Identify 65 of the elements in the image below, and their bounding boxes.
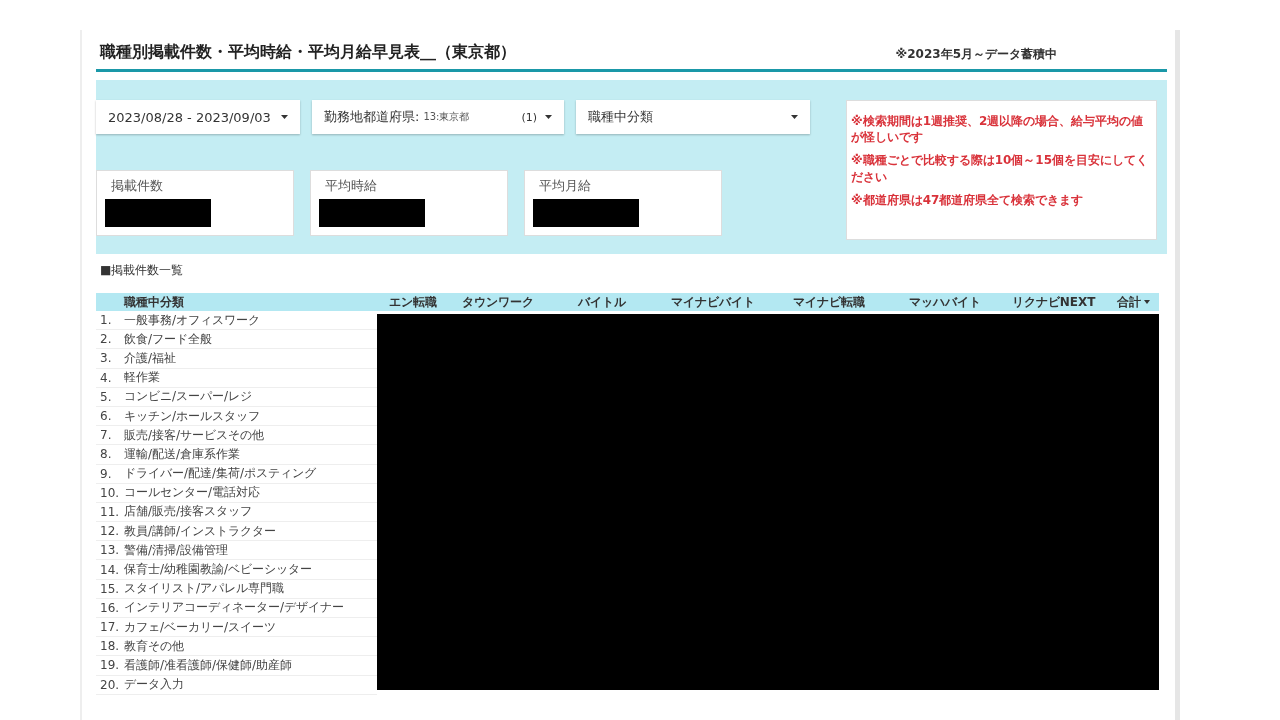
table-cell: 警備/清掃/設備管理 <box>124 541 229 559</box>
column-header[interactable]: バイトル <box>548 293 655 311</box>
section-title: ■掲載件数一覧 <box>100 262 184 279</box>
column-header[interactable]: 職種中分類 <box>96 293 378 311</box>
table-cell: 店舗/販売/接客スタッフ <box>124 503 253 521</box>
table-cell: 介護/福祉 <box>124 349 177 367</box>
data-note: ※2023年5月～データ蓄積中 <box>895 46 1057 63</box>
sort-caret-icon <box>1143 300 1150 304</box>
notice-text: ※検索期間は1週推奨、2週以降の場合、給与平均の値が怪しいです <box>851 113 1145 146</box>
table-cell: 軽作業 <box>124 369 160 387</box>
table-cell: 教育その他 <box>124 637 184 655</box>
row-number: 8. <box>99 447 113 462</box>
table-cell: 販売/接客/サービスその他 <box>124 426 265 444</box>
row-number: 3. <box>99 351 113 366</box>
table-cell: 教員/講師/インストラクター <box>124 522 277 540</box>
table-cell: コールセンター/電話対応 <box>124 484 261 502</box>
table-cell: カフェ/ベーカリー/スイーツ <box>124 618 277 636</box>
row-number: 4. <box>99 370 113 385</box>
row-number: 9. <box>99 466 113 481</box>
row-number: 12. <box>99 524 121 539</box>
column-header[interactable]: マイナビバイト <box>655 293 771 311</box>
caret-icon <box>545 115 552 119</box>
column-header[interactable]: マッハバイト <box>887 293 1003 311</box>
table-cell: インテリアコーディネーター/デザイナー <box>124 599 345 617</box>
column-header[interactable]: 合計 <box>1104 293 1162 311</box>
table-cell: ドライバー/配達/集荷/ポスティング <box>124 465 317 483</box>
row-number: 1. <box>99 313 113 328</box>
metric-label: 掲載件数 <box>110 177 164 195</box>
row-number: 5. <box>99 389 113 404</box>
row-number: 16. <box>99 600 121 615</box>
row-number: 6. <box>99 409 113 424</box>
notice-text: ※職種ごとで比較する際は10個～15個を目安にしてください <box>851 152 1150 185</box>
table-cell: キッチン/ホールスタッフ <box>124 407 261 425</box>
table-cell: スタイリスト/アパレル専門職 <box>124 580 285 598</box>
row-number: 7. <box>99 428 113 443</box>
report-title: 職種別掲載件数・平均時給・平均月給早見表__（東京都） <box>100 42 516 63</box>
table-cell: 看護師/准看護師/保健師/助産師 <box>124 656 293 674</box>
row-number: 11. <box>99 504 121 519</box>
table-cell: データ入力 <box>124 676 184 694</box>
row-number: 2. <box>99 332 113 347</box>
row-number: 20. <box>99 677 121 692</box>
table-cell: 一般事務/オフィスワーク <box>124 311 261 329</box>
row-number: 17. <box>99 620 121 635</box>
metric-label: 平均月給 <box>538 177 592 195</box>
date-range-picker[interactable]: 2023/08/28 - 2023/09/03 <box>96 100 300 134</box>
row-number: 10. <box>99 485 121 500</box>
column-header[interactable]: エン転職 <box>378 293 447 311</box>
column-header[interactable]: タウンワーク <box>447 293 548 311</box>
notice-text: ※都道府県は47都道府県全て検索できます <box>851 191 1085 208</box>
table-cell: 飲食/フード全般 <box>124 330 213 348</box>
column-header[interactable]: マイナビ転職 <box>771 293 887 311</box>
row-number: 18. <box>99 639 121 654</box>
caret-icon <box>281 115 288 119</box>
filter-dropdown[interactable]: 職種中分類 <box>576 100 810 134</box>
table-cell: コンビニ/スーパー/レジ <box>124 388 253 406</box>
table-cell: 運輸/配送/倉庫系作業 <box>124 445 241 463</box>
column-header[interactable]: リクナビNEXT <box>1003 293 1104 311</box>
row-number: 14. <box>99 562 121 577</box>
row-number: 13. <box>99 543 121 558</box>
row-number: 19. <box>99 658 121 673</box>
caret-icon <box>791 115 798 119</box>
metric-label: 平均時給 <box>324 177 378 195</box>
row-number: 15. <box>99 581 121 596</box>
table-cell: 保育士/幼稚園教諭/ベビーシッター <box>124 561 313 579</box>
filter-dropdown[interactable]: 勤務地都道府県: 13:東京都 (1) <box>312 100 564 134</box>
